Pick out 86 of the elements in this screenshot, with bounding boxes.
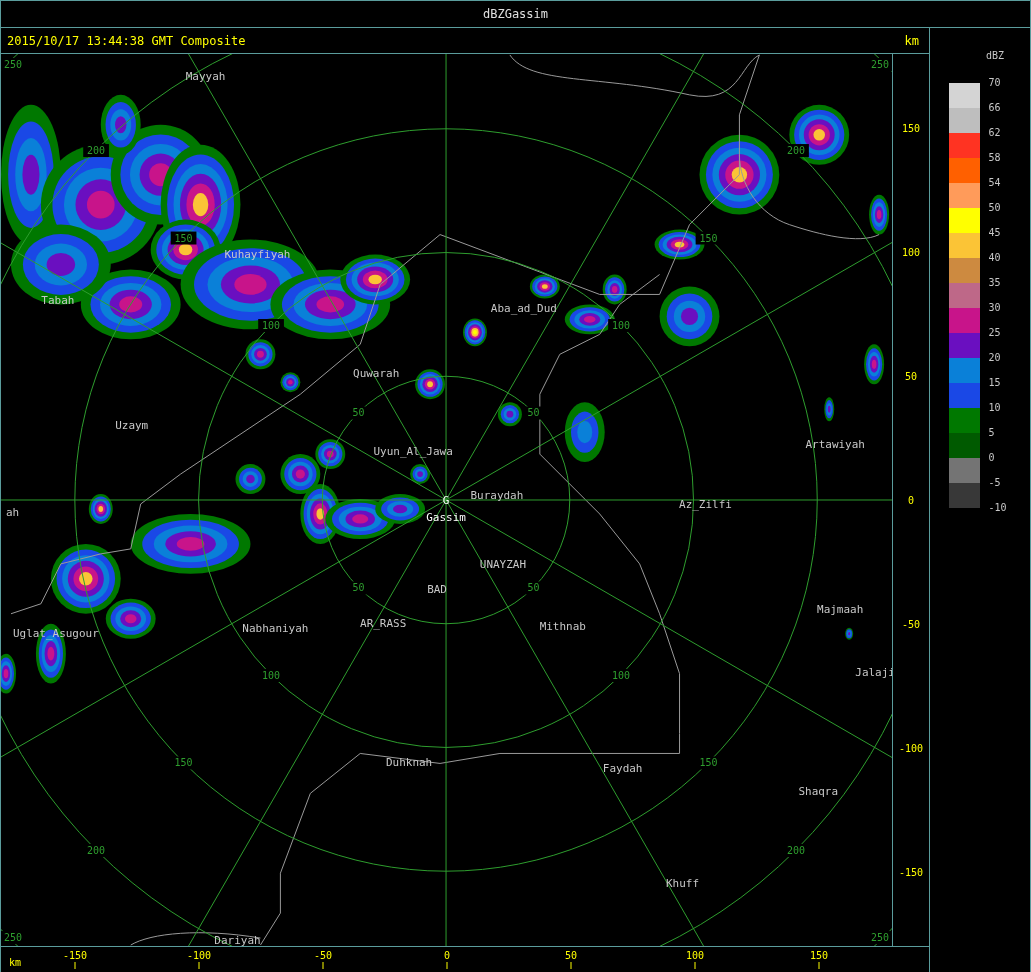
axis-tick-label: -100 <box>899 743 924 754</box>
city-label: BAD <box>427 582 447 596</box>
city-label: UNAYZAH <box>479 557 527 571</box>
legend-label: 25 <box>988 326 1002 340</box>
legend-label: 10 <box>988 401 1002 415</box>
axis-tick-label: 150 <box>902 123 921 134</box>
axis-tick-label: 100 <box>685 950 705 961</box>
legend-label: 5 <box>988 426 996 440</box>
legend-label: 15 <box>988 376 1002 390</box>
range-label: 200 <box>787 844 805 856</box>
axis-unit-label: km <box>9 957 22 968</box>
city-label: Uzaym <box>115 419 149 433</box>
legend-label: 50 <box>988 201 1002 215</box>
radar-station-marker: G <box>442 494 450 507</box>
range-label: 50 <box>352 582 365 594</box>
axis-tick <box>446 961 448 970</box>
range-label: 150 <box>174 232 193 244</box>
range-label: 250 <box>871 58 890 70</box>
city-label: Nabhaniyah <box>242 621 309 635</box>
city-label: Duhknah <box>386 756 433 770</box>
unit-label: km <box>904 33 919 48</box>
axis-tick-label: -50 <box>313 950 333 961</box>
range-label: 150 <box>699 757 718 769</box>
range-label: 50 <box>527 582 540 594</box>
legend-label: 35 <box>988 276 1002 290</box>
axis-tick <box>198 961 200 970</box>
legend-label: 40 <box>988 251 1002 265</box>
city-label: Tabah <box>41 294 75 308</box>
range-label: 100 <box>262 320 281 331</box>
city-label: Gassim <box>426 510 466 524</box>
timestamp-label: 2015/10/17 13:44:38 GMT Composite <box>7 33 246 48</box>
legend-label: -5 <box>988 476 1002 490</box>
city-label: Az_Zilfi <box>679 498 732 511</box>
axis-tick <box>570 961 572 970</box>
axis-tick-label: 50 <box>905 371 918 382</box>
range-label: 250 <box>3 932 22 944</box>
city-label: Faydah <box>602 762 643 776</box>
legend-title: dBZ <box>985 50 1005 61</box>
axis-tick <box>818 961 820 970</box>
axis-tick-label: -100 <box>186 950 212 961</box>
range-label: 250 <box>871 932 890 944</box>
axis-tick-label: -150 <box>62 950 88 961</box>
city-label: AR_RASS <box>360 616 407 630</box>
legend-label: -10 <box>988 501 1007 515</box>
axis-tick-label: 0 <box>908 495 915 506</box>
range-label: 50 <box>352 407 365 419</box>
city-label: Jalaji <box>855 665 894 679</box>
axis-tick-label: -50 <box>902 619 921 630</box>
axis-tick <box>322 961 324 970</box>
axis-tick <box>694 961 696 970</box>
range-label: 200 <box>87 844 106 856</box>
city-label: Mithnab <box>539 619 586 633</box>
city-label: Buraydah <box>470 489 524 502</box>
range-label: 200 <box>87 145 106 156</box>
city-label: Majmaah <box>817 602 864 616</box>
range-label: 50 <box>527 407 540 419</box>
range-label: 100 <box>612 669 631 681</box>
axis-tick-label: 100 <box>902 247 921 258</box>
range-label: 100 <box>612 320 631 331</box>
axis-tick-label: 50 <box>565 950 577 961</box>
legend-label: 70 <box>988 76 1002 90</box>
window-title: dBZGassim <box>483 7 548 21</box>
range-label: 100 <box>262 669 281 681</box>
range-label: 150 <box>174 757 193 769</box>
axis-tick-label: -150 <box>899 867 924 878</box>
axis-tick-label: 0 <box>444 950 450 961</box>
legend-label: 58 <box>988 151 1002 165</box>
legend-label: 20 <box>988 351 1002 365</box>
city-label: ah <box>6 505 20 519</box>
city-label: Artawiyah <box>805 438 865 452</box>
legend-label: 0 <box>988 451 996 465</box>
range-label: 150 <box>699 232 718 244</box>
axis-tick-label: 150 <box>809 950 829 961</box>
axis-tick <box>74 961 76 970</box>
city-label: Shaqra <box>798 785 839 799</box>
legend-label: 30 <box>988 301 1002 315</box>
city-label: Aba_ad_Dud <box>490 302 557 316</box>
range-label: 200 <box>787 145 805 156</box>
legend-label: 66 <box>988 101 1002 115</box>
city-label: Khuff <box>666 877 700 891</box>
legend-label: 45 <box>988 226 1002 240</box>
legend-label: 54 <box>988 176 1002 190</box>
city-label: Uyun_Al_Jawa <box>373 445 453 459</box>
range-label: 250 <box>3 58 22 70</box>
city-label: Quwarah <box>353 367 400 381</box>
legend-label: 62 <box>988 126 1002 140</box>
